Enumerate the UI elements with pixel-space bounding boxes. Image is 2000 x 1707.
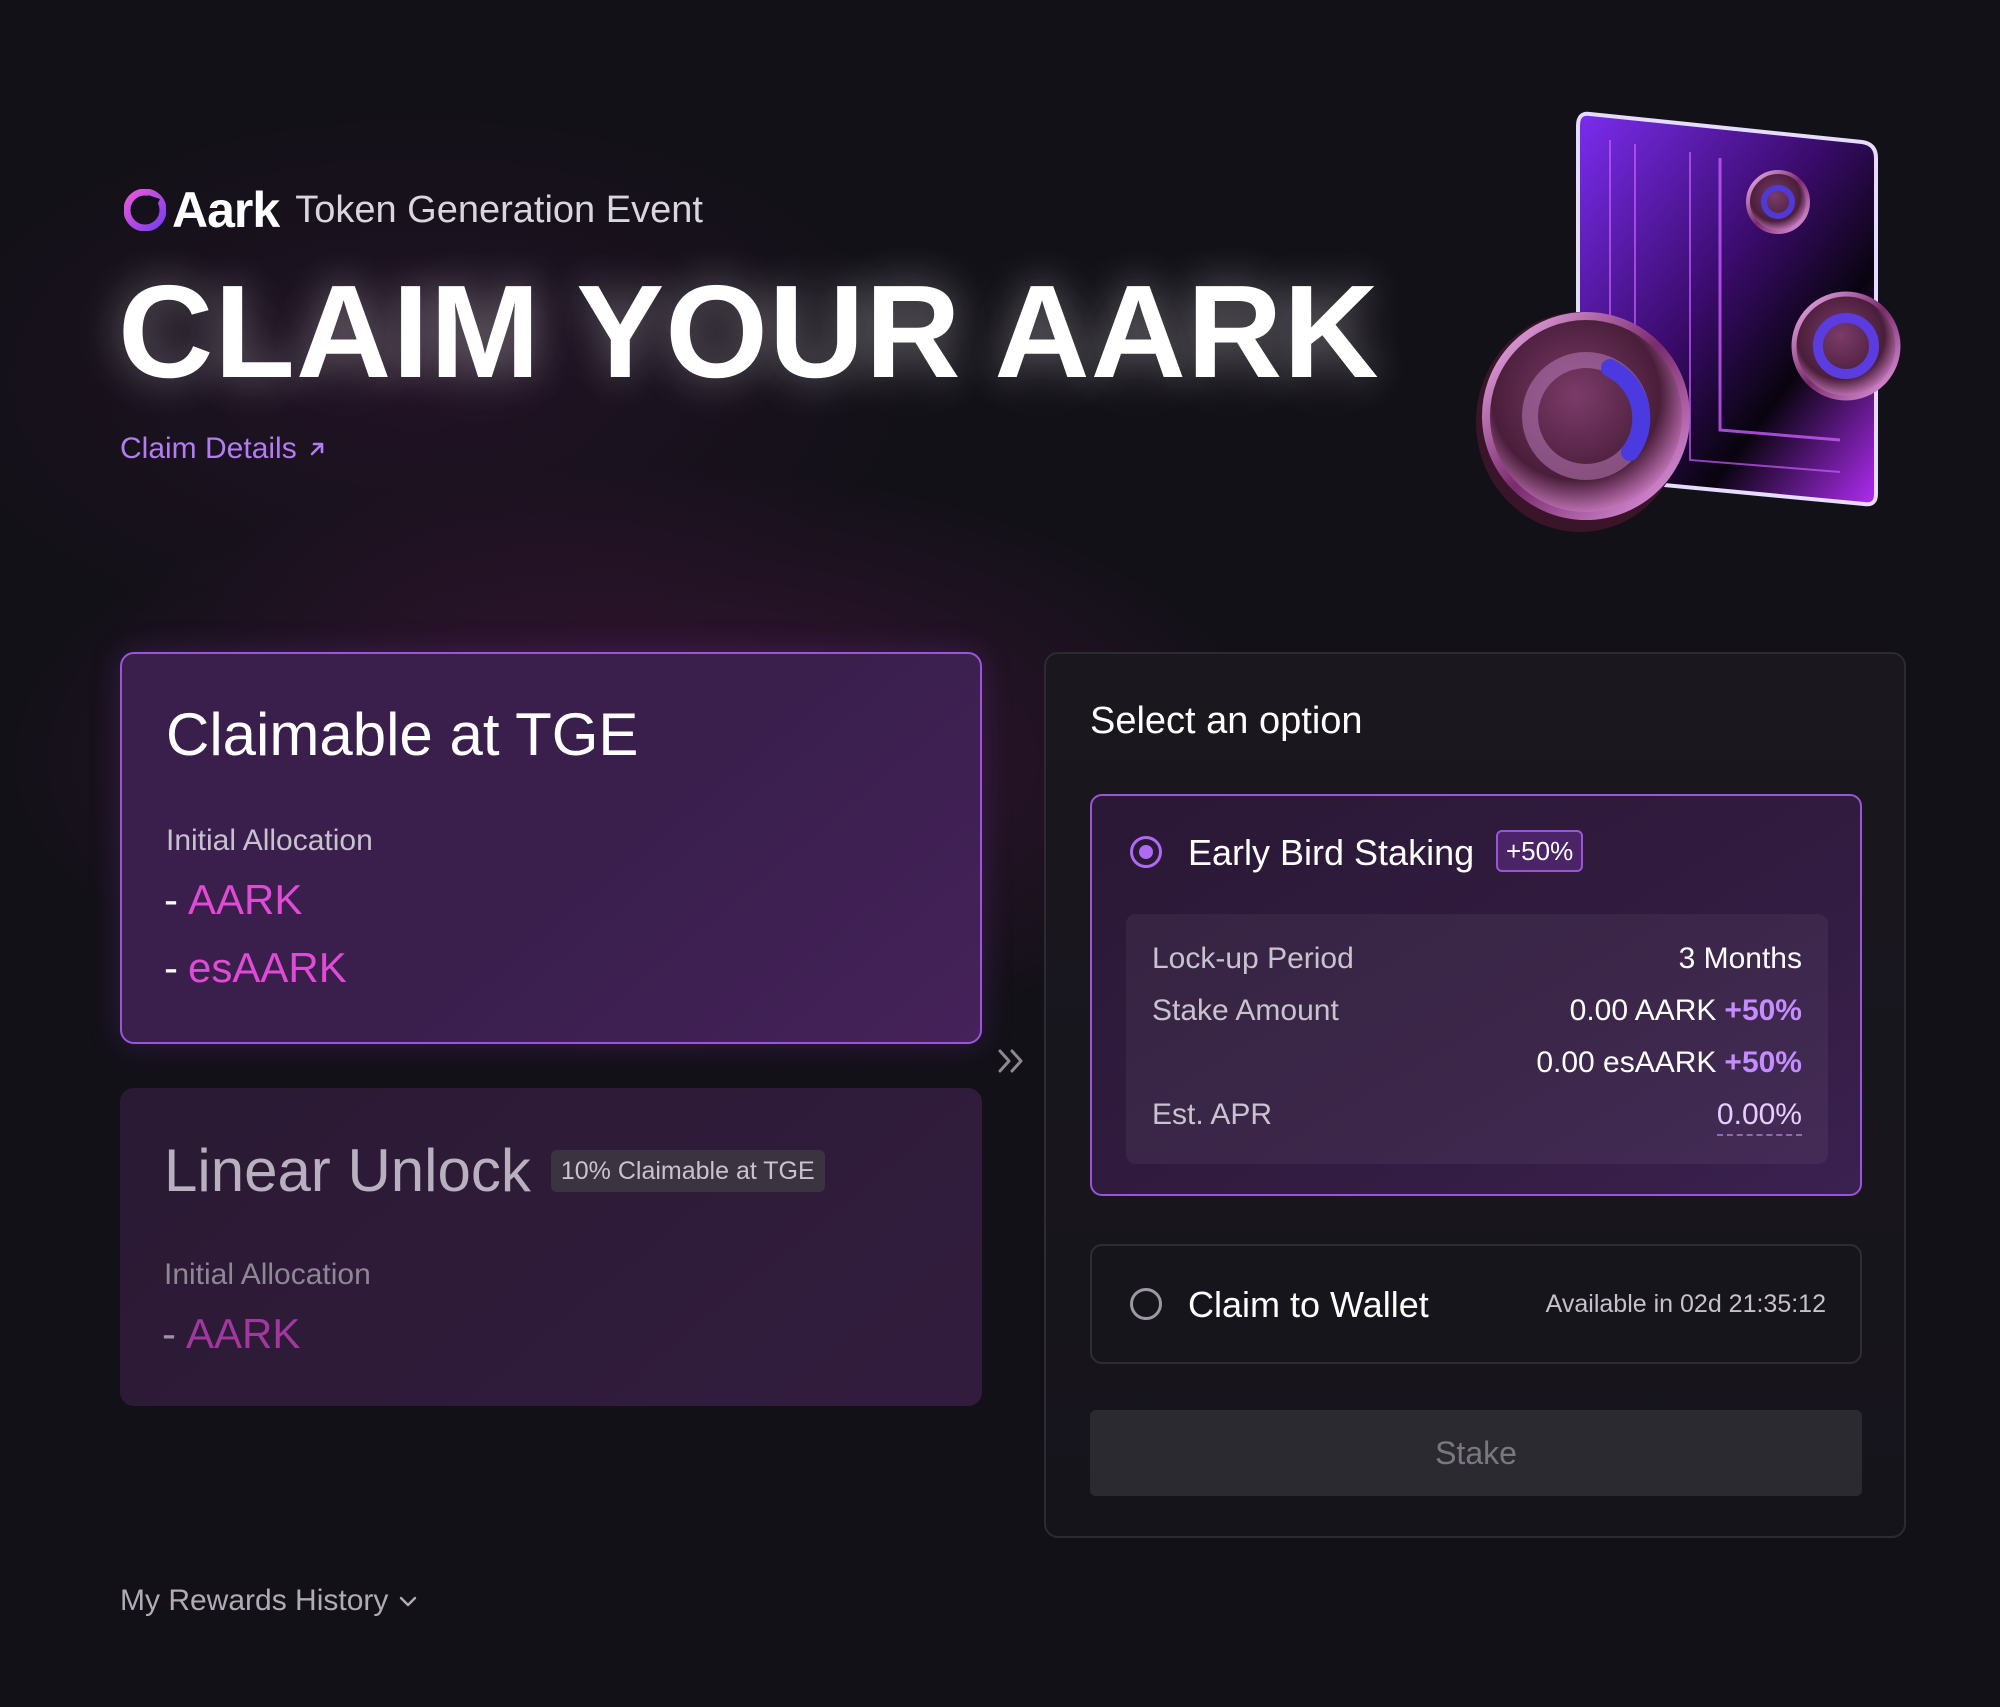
stake-esaark-row: 0.00 esAARK +50% — [1152, 1046, 1802, 1086]
linear-card-title-text: Linear Unlock — [164, 1137, 531, 1204]
brand-subtitle: Token Generation Event — [295, 188, 703, 231]
claim-details-label: Claim Details — [120, 432, 297, 465]
staking-details: Lock-up Period 3 Months Stake Amount 0.0… — [1126, 914, 1828, 1164]
stake-amount-label: Stake Amount — [1152, 994, 1339, 1027]
double-chevron-right-icon — [998, 1049, 1023, 1073]
chevron-down-icon — [400, 1596, 417, 1607]
availability-countdown: Available in 02d 21:35:12 — [1545, 1290, 1826, 1318]
allocation-token: AARK — [188, 876, 303, 923]
initial-allocation-label: Initial Allocation — [164, 1258, 371, 1291]
page-title: CLAIM YOUR AARK — [118, 258, 1380, 405]
lockup-value: 3 Months — [1678, 942, 1802, 975]
stake-button[interactable]: Stake — [1090, 1410, 1862, 1496]
rewards-history-toggle[interactable]: My Rewards History — [120, 1584, 418, 1618]
allocation-item: - esAARK — [164, 944, 347, 992]
hero-illustration — [1476, 111, 1901, 532]
claim-details-link[interactable]: Claim Details — [120, 432, 327, 466]
allocation-dash: - — [164, 876, 178, 923]
stake-amount-row: Stake Amount 0.00 AARK +50% — [1152, 994, 1802, 1034]
lockup-row: Lock-up Period 3 Months — [1152, 942, 1802, 982]
stake-aark-amount: 0.00 AARK — [1569, 994, 1717, 1027]
apr-label: Est. APR — [1152, 1098, 1273, 1131]
claim-to-wallet-option[interactable]: Claim to Wallet Available in 02d 21:35:1… — [1090, 1244, 1862, 1364]
lockup-label: Lock-up Period — [1152, 942, 1354, 975]
rewards-history-label: My Rewards History — [120, 1584, 389, 1617]
bonus-badge: +50% — [1496, 830, 1584, 872]
linear-unlock-card: Linear Unlock 10% Claimable at TGE Initi… — [120, 1088, 982, 1406]
claimable-at-tge-card: Claimable at TGE Initial Allocation - AAR… — [120, 652, 982, 1044]
early-bird-label: Early Bird Staking — [1188, 832, 1475, 873]
stake-esaark-amount: 0.00 esAARK — [1536, 1046, 1717, 1079]
allocation-dash: - — [164, 944, 178, 991]
stake-esaark-value: 0.00 esAARK +50% — [1536, 1046, 1802, 1080]
allocation-dash: - — [162, 1310, 176, 1357]
arrow-up-right-icon — [310, 442, 324, 456]
options-panel-title: Select an option — [1090, 700, 1363, 742]
aark-logo-icon — [124, 189, 166, 231]
early-bird-staking-option[interactable]: Early Bird Staking +50% Lock-up Period 3… — [1090, 794, 1862, 1196]
stake-esaark-boost: +50% — [1724, 1046, 1802, 1079]
radio-selected[interactable] — [1130, 836, 1162, 868]
initial-allocation-label: Initial Allocation — [166, 824, 373, 857]
apr-value[interactable]: 0.00% — [1716, 1098, 1802, 1136]
radio-unselected[interactable] — [1130, 1288, 1162, 1320]
brand-name: Aark — [172, 182, 280, 238]
allocation-item: - AARK — [162, 1310, 300, 1358]
brand-header: Aark Token Generation Event — [124, 182, 703, 238]
claim-to-wallet-label: Claim to Wallet — [1188, 1284, 1429, 1325]
apr-row: Est. APR 0.00% — [1152, 1098, 1802, 1138]
stake-aark-value: 0.00 AARK +50% — [1570, 994, 1802, 1028]
allocation-item: - AARK — [164, 876, 302, 924]
allocation-token: AARK — [186, 1310, 301, 1357]
claimable-percent-badge: 10% Claimable at TGE — [550, 1149, 825, 1192]
linear-card-title: Linear Unlock 10% Claimable at TGE — [164, 1136, 825, 1205]
allocation-token: esAARK — [188, 944, 347, 991]
claimable-card-title: Claimable at TGE — [166, 701, 639, 768]
options-panel: Select an option Early Bird Staking +50%… — [1044, 652, 1906, 1538]
stake-aark-boost: +50% — [1724, 994, 1802, 1027]
